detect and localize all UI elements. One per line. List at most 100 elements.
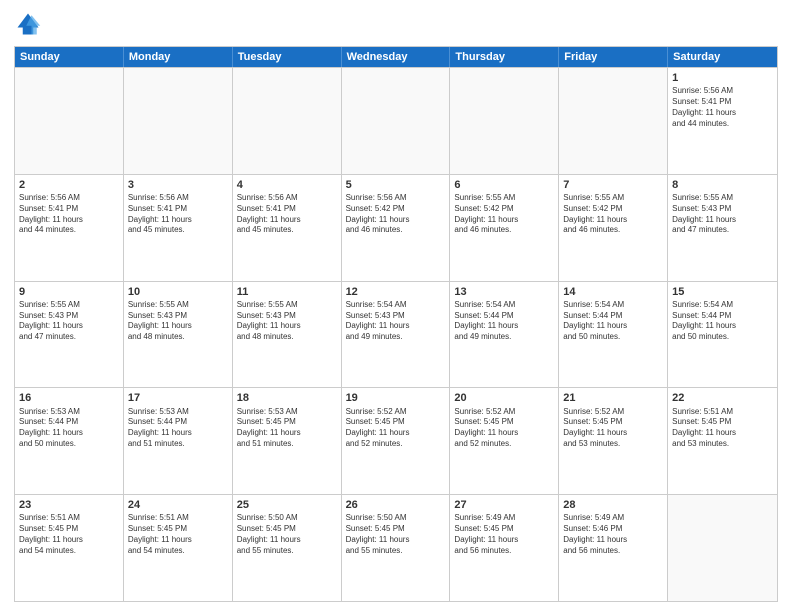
day-info: Sunrise: 5:55 AM Sunset: 5:43 PM Dayligh… [672, 193, 773, 236]
day-cell-18: 18 Sunrise: 5:53 AM Sunset: 5:45 PM Dayli… [233, 388, 342, 494]
logo [14, 10, 46, 38]
day-number: 28 [563, 498, 663, 512]
day-number: 9 [19, 285, 119, 299]
day-cell-20: 20 Sunrise: 5:52 AM Sunset: 5:45 PM Dayli… [450, 388, 559, 494]
day-number: 7 [563, 178, 663, 192]
day-number: 15 [672, 285, 773, 299]
day-cell-27: 27Sunrise: 5:49 AM Sunset: 5:45 PM Dayli… [450, 495, 559, 601]
day-cell-1: 1Sunrise: 5:56 AM Sunset: 5:41 PM Daylig… [668, 68, 777, 174]
day-info: Sunrise: 5:54 AM Sunset: 5:44 PM Dayligh… [563, 300, 663, 343]
day-info: Sunrise: 5:56 AM Sunset: 5:41 PM Dayligh… [128, 193, 228, 236]
day-info: Sunrise: 5:55 AM Sunset: 5:43 PM Dayligh… [237, 300, 337, 343]
header-day-monday: Monday [124, 47, 233, 67]
day-number: 19 [346, 391, 446, 405]
empty-cell [450, 68, 559, 174]
day-number: 27 [454, 498, 554, 512]
day-info: Sunrise: 5:52 AM Sunset: 5:45 PM Dayligh… [454, 407, 554, 450]
day-cell-22: 22 Sunrise: 5:51 AM Sunset: 5:45 PM Dayli… [668, 388, 777, 494]
day-number: 18 [237, 391, 337, 405]
header-day-friday: Friday [559, 47, 668, 67]
day-info: Sunrise: 5:55 AM Sunset: 5:42 PM Dayligh… [454, 193, 554, 236]
day-cell-23: 23Sunrise: 5:51 AM Sunset: 5:45 PM Dayli… [15, 495, 124, 601]
day-info: Sunrise: 5:49 AM Sunset: 5:46 PM Dayligh… [563, 513, 663, 556]
day-cell-14: 14Sunrise: 5:54 AM Sunset: 5:44 PM Dayli… [559, 282, 668, 388]
day-cell-15: 15Sunrise: 5:54 AM Sunset: 5:44 PM Dayli… [668, 282, 777, 388]
header-day-tuesday: Tuesday [233, 47, 342, 67]
day-number: 8 [672, 178, 773, 192]
empty-cell [342, 68, 451, 174]
page-header [14, 10, 778, 38]
day-cell-4: 4Sunrise: 5:56 AM Sunset: 5:41 PM Daylig… [233, 175, 342, 281]
day-number: 25 [237, 498, 337, 512]
calendar-row-1: 1Sunrise: 5:56 AM Sunset: 5:41 PM Daylig… [15, 67, 777, 174]
day-info: Sunrise: 5:52 AM Sunset: 5:45 PM Dayligh… [346, 407, 446, 450]
day-cell-6: 6Sunrise: 5:55 AM Sunset: 5:42 PM Daylig… [450, 175, 559, 281]
day-cell-25: 25Sunrise: 5:50 AM Sunset: 5:45 PM Dayli… [233, 495, 342, 601]
calendar-row-3: 9 Sunrise: 5:55 AM Sunset: 5:43 PM Daylig… [15, 281, 777, 388]
header-day-sunday: Sunday [15, 47, 124, 67]
day-cell-7: 7Sunrise: 5:55 AM Sunset: 5:42 PM Daylig… [559, 175, 668, 281]
day-number: 3 [128, 178, 228, 192]
empty-cell [233, 68, 342, 174]
day-info: Sunrise: 5:54 AM Sunset: 5:43 PM Dayligh… [346, 300, 446, 343]
day-info: Sunrise: 5:54 AM Sunset: 5:44 PM Dayligh… [454, 300, 554, 343]
day-info: Sunrise: 5:51 AM Sunset: 5:45 PM Dayligh… [672, 407, 773, 450]
day-cell-28: 28Sunrise: 5:49 AM Sunset: 5:46 PM Dayli… [559, 495, 668, 601]
day-number: 23 [19, 498, 119, 512]
empty-cell [15, 68, 124, 174]
day-cell-8: 8Sunrise: 5:55 AM Sunset: 5:43 PM Daylig… [668, 175, 777, 281]
calendar-row-5: 23Sunrise: 5:51 AM Sunset: 5:45 PM Dayli… [15, 494, 777, 601]
header-day-saturday: Saturday [668, 47, 777, 67]
day-number: 2 [19, 178, 119, 192]
day-number: 4 [237, 178, 337, 192]
calendar-header: SundayMondayTuesdayWednesdayThursdayFrid… [15, 47, 777, 67]
day-cell-26: 26Sunrise: 5:50 AM Sunset: 5:45 PM Dayli… [342, 495, 451, 601]
day-info: Sunrise: 5:56 AM Sunset: 5:41 PM Dayligh… [237, 193, 337, 236]
day-number: 21 [563, 391, 663, 405]
day-cell-19: 19 Sunrise: 5:52 AM Sunset: 5:45 PM Dayli… [342, 388, 451, 494]
header-day-wednesday: Wednesday [342, 47, 451, 67]
day-info: Sunrise: 5:56 AM Sunset: 5:41 PM Dayligh… [19, 193, 119, 236]
day-cell-24: 24Sunrise: 5:51 AM Sunset: 5:45 PM Dayli… [124, 495, 233, 601]
day-cell-16: 16Sunrise: 5:53 AM Sunset: 5:44 PM Dayli… [15, 388, 124, 494]
day-info: Sunrise: 5:55 AM Sunset: 5:43 PM Dayligh… [128, 300, 228, 343]
day-number: 16 [19, 391, 119, 405]
day-number: 12 [346, 285, 446, 299]
day-number: 20 [454, 391, 554, 405]
day-cell-11: 11Sunrise: 5:55 AM Sunset: 5:43 PM Dayli… [233, 282, 342, 388]
day-cell-12: 12Sunrise: 5:54 AM Sunset: 5:43 PM Dayli… [342, 282, 451, 388]
day-cell-9: 9Sunrise: 5:55 AM Sunset: 5:43 PM Daylig… [15, 282, 124, 388]
day-number: 14 [563, 285, 663, 299]
day-cell-13: 13Sunrise: 5:54 AM Sunset: 5:44 PM Dayli… [450, 282, 559, 388]
day-number: 22 [672, 391, 773, 405]
day-info: Sunrise: 5:52 AM Sunset: 5:45 PM Dayligh… [563, 407, 663, 450]
day-number: 13 [454, 285, 554, 299]
day-info: Sunrise: 5:53 AM Sunset: 5:45 PM Dayligh… [237, 407, 337, 450]
day-number: 17 [128, 391, 228, 405]
calendar: SundayMondayTuesdayWednesdayThursdayFrid… [14, 46, 778, 602]
day-cell-21: 21 Sunrise: 5:52 AM Sunset: 5:45 PM Dayli… [559, 388, 668, 494]
day-info: Sunrise: 5:50 AM Sunset: 5:45 PM Dayligh… [346, 513, 446, 556]
day-cell-5: 5Sunrise: 5:56 AM Sunset: 5:42 PM Daylig… [342, 175, 451, 281]
day-cell-17: 17 Sunrise: 5:53 AM Sunset: 5:44 PM Dayli… [124, 388, 233, 494]
empty-cell [124, 68, 233, 174]
day-cell-2: 2Sunrise: 5:56 AM Sunset: 5:41 PM Daylig… [15, 175, 124, 281]
day-info: Sunrise: 5:51 AM Sunset: 5:45 PM Dayligh… [19, 513, 119, 556]
calendar-row-4: 16 Sunrise: 5:53 AM Sunset: 5:44 PM Dayli… [15, 387, 777, 494]
calendar-row-2: 2Sunrise: 5:56 AM Sunset: 5:41 PM Daylig… [15, 174, 777, 281]
day-info: Sunrise: 5:51 AM Sunset: 5:45 PM Dayligh… [128, 513, 228, 556]
day-info: Sunrise: 5:56 AM Sunset: 5:42 PM Dayligh… [346, 193, 446, 236]
empty-cell [559, 68, 668, 174]
day-number: 10 [128, 285, 228, 299]
day-number: 11 [237, 285, 337, 299]
day-info: Sunrise: 5:55 AM Sunset: 5:42 PM Dayligh… [563, 193, 663, 236]
day-number: 5 [346, 178, 446, 192]
calendar-body: 1Sunrise: 5:56 AM Sunset: 5:41 PM Daylig… [15, 67, 777, 601]
day-cell-10: 10Sunrise: 5:55 AM Sunset: 5:43 PM Dayli… [124, 282, 233, 388]
day-info: Sunrise: 5:54 AM Sunset: 5:44 PM Dayligh… [672, 300, 773, 343]
day-number: 24 [128, 498, 228, 512]
day-number: 26 [346, 498, 446, 512]
day-info: Sunrise: 5:53 AM Sunset: 5:44 PM Dayligh… [128, 407, 228, 450]
day-cell-3: 3Sunrise: 5:56 AM Sunset: 5:41 PM Daylig… [124, 175, 233, 281]
day-number: 6 [454, 178, 554, 192]
